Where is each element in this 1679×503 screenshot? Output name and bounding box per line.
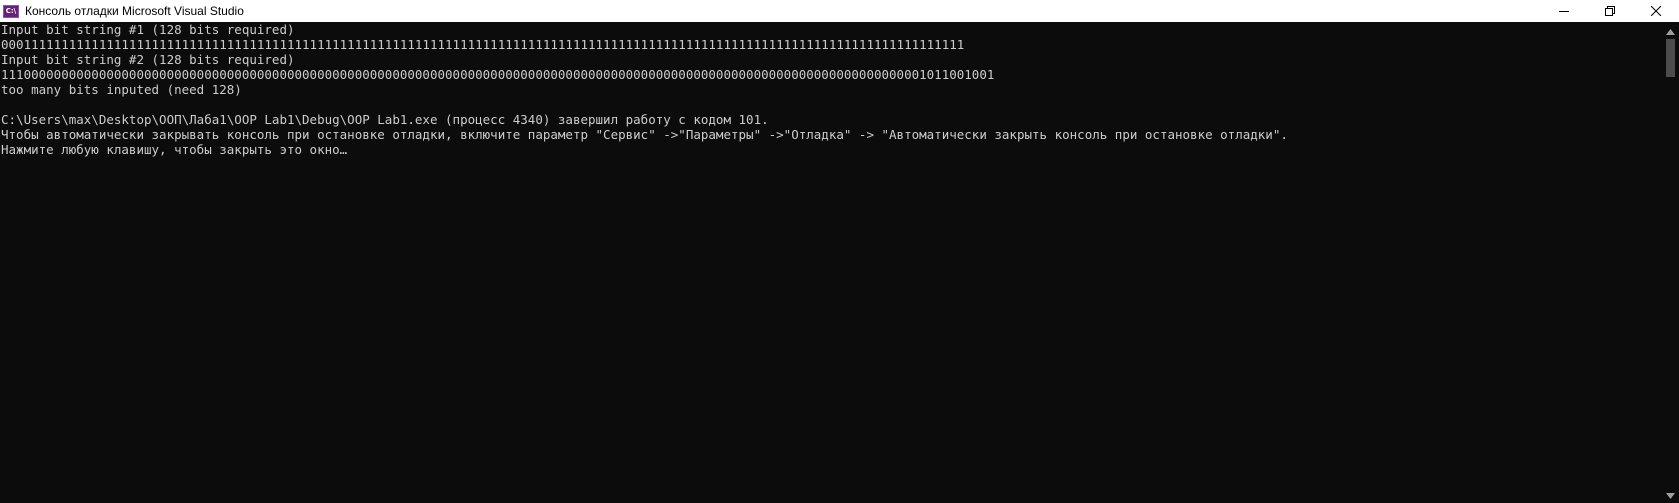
console-line: C:\Users\max\Desktop\ООП\Лаба1\OOP Lab1\…	[1, 112, 769, 127]
console-line: Нажмите любую клавишу, чтобы закрыть это…	[1, 142, 348, 157]
console-line: Input bit string #2 (128 bits required)	[1, 52, 295, 67]
console-line: 1110000000000000000000000000000000000000…	[1, 67, 995, 82]
console-output[interactable]: Input bit string #1 (128 bits required) …	[0, 22, 1662, 503]
close-button[interactable]	[1633, 0, 1679, 22]
scroll-down-arrow[interactable]	[1662, 486, 1679, 503]
restore-button[interactable]	[1587, 0, 1633, 22]
chevron-down-icon	[1666, 486, 1675, 503]
minimize-icon	[1559, 6, 1569, 16]
console-window: C:\ Консоль отладки Microsoft Visual Stu…	[0, 0, 1679, 503]
restore-icon	[1605, 6, 1615, 16]
console-line: too many bits inputed (need 128)	[1, 82, 242, 97]
console-line: Input bit string #1 (128 bits required)	[1, 22, 295, 37]
scroll-up-arrow[interactable]	[1662, 22, 1679, 39]
window-controls	[1541, 0, 1679, 22]
vertical-scrollbar[interactable]	[1662, 22, 1679, 503]
minimize-button[interactable]	[1541, 0, 1587, 22]
console-line: Чтобы автоматически закрывать консоль пр…	[1, 127, 1288, 142]
console-app-icon: C:\	[3, 4, 19, 18]
close-icon	[1651, 6, 1661, 16]
console-line: 0001111111111111111111111111111111111111…	[1, 37, 965, 52]
title-bar[interactable]: C:\ Консоль отладки Microsoft Visual Stu…	[0, 0, 1679, 22]
window-title: Консоль отладки Microsoft Visual Studio	[25, 4, 244, 18]
scroll-thumb[interactable]	[1666, 39, 1675, 77]
chevron-up-icon	[1666, 22, 1675, 40]
